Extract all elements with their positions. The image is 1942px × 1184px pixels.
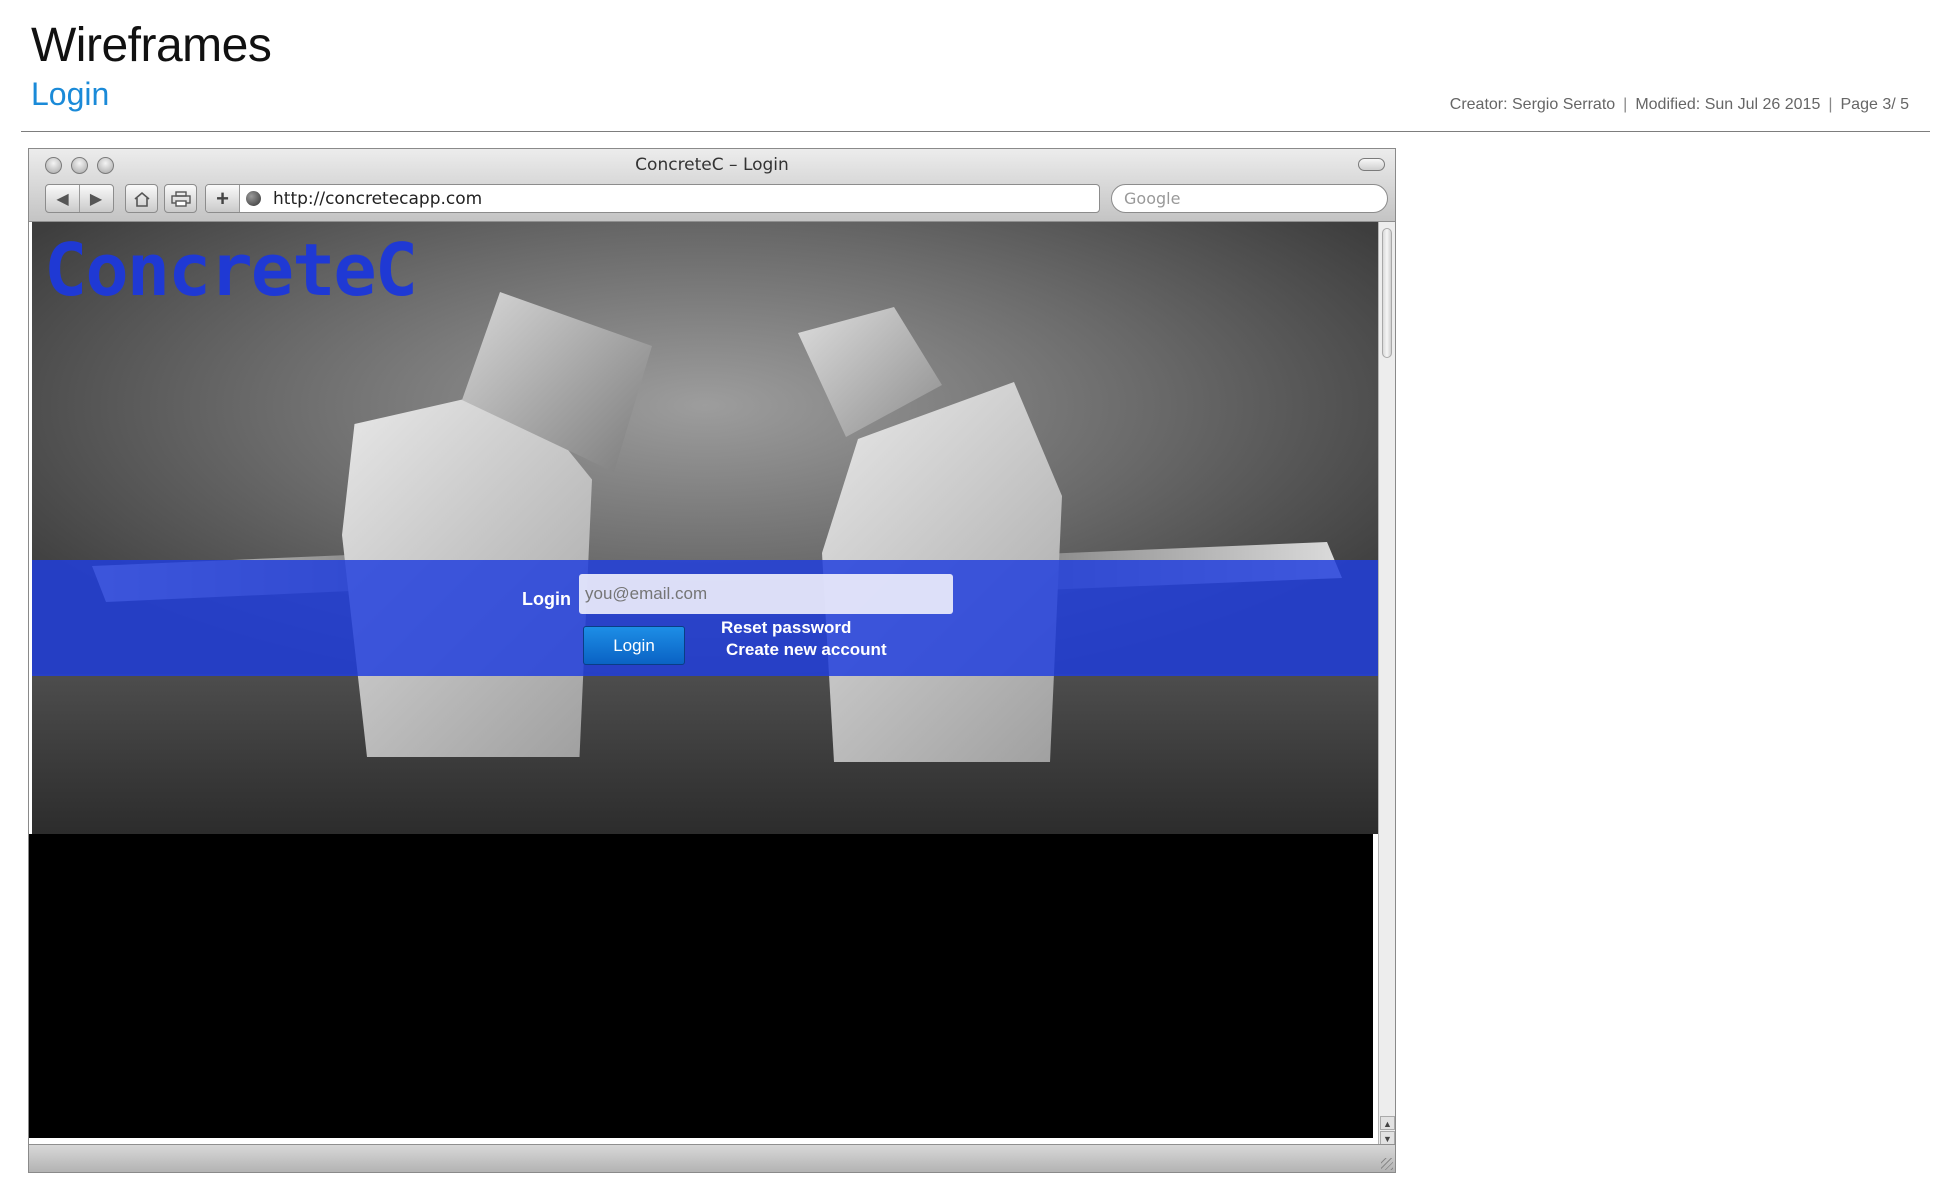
home-button[interactable] <box>125 184 158 213</box>
scroll-down-icon[interactable]: ▼ <box>1380 1131 1395 1145</box>
email-field[interactable] <box>579 574 953 614</box>
app-logo: ConcreteC <box>44 228 418 312</box>
meta-separator: | <box>1828 96 1833 113</box>
browser-viewport: ConcreteC Login Login Reset password Cre… <box>29 222 1378 1146</box>
creator-text: Creator: Sergio Serrato <box>1449 96 1616 113</box>
browser-search-input[interactable]: Google <box>1111 184 1388 213</box>
nav-button-group: ◀ ▶ <box>45 184 114 213</box>
login-label: Login <box>522 589 571 609</box>
scroll-up-icon[interactable]: ▲ <box>1380 1116 1395 1130</box>
wireframe-page: Wireframes Login Creator: Sergio Serrato… <box>0 0 1942 1184</box>
create-account-link[interactable]: Create new account <box>726 640 887 660</box>
hero-background-image: ConcreteC Login Login Reset password Cre… <box>32 222 1378 834</box>
login-button[interactable]: Login <box>583 626 685 665</box>
url-text[interactable]: http://concretecapp.com <box>273 189 482 209</box>
browser-window: ConcreteC – Login ◀ ▶ + http://concretec… <box>28 148 1396 1173</box>
login-panel: Login Login Reset password Create new ac… <box>32 560 1378 676</box>
page-number: Page 3/ 5 <box>1840 96 1910 113</box>
reset-password-link[interactable]: Reset password <box>721 618 851 638</box>
toolbar-toggle-button[interactable] <box>1358 158 1385 171</box>
browser-titlebar: ConcreteC – Login ◀ ▶ + http://concretec… <box>29 149 1395 222</box>
document-title: Wireframes <box>31 19 272 72</box>
resize-grip-icon[interactable] <box>1381 1158 1393 1170</box>
window-title: ConcreteC – Login <box>635 155 789 175</box>
document-meta: Creator: Sergio Serrato | Modified: Sun Ju… <box>1450 96 1909 114</box>
home-icon <box>126 185 157 212</box>
print-button[interactable] <box>164 184 197 213</box>
back-arrow-icon[interactable]: ◀ <box>46 185 79 212</box>
vertical-scrollbar[interactable]: ▲ ▼ <box>1378 222 1395 1146</box>
forward-arrow-icon[interactable]: ▶ <box>79 185 112 212</box>
globe-icon <box>246 191 261 206</box>
print-icon <box>165 185 196 212</box>
redacted-area <box>29 834 1373 1138</box>
modified-text: Modified: Sun Jul 26 2015 <box>1635 96 1821 113</box>
hero-floor <box>32 674 1378 834</box>
address-bar[interactable]: + http://concretecapp.com <box>205 184 1100 213</box>
meta-separator: | <box>1623 96 1628 113</box>
browser-statusbar <box>29 1144 1395 1172</box>
document-subtitle: Login <box>31 76 110 112</box>
scrollbar-thumb[interactable] <box>1382 228 1392 358</box>
header-divider <box>21 131 1930 132</box>
plus-icon[interactable]: + <box>206 185 240 212</box>
